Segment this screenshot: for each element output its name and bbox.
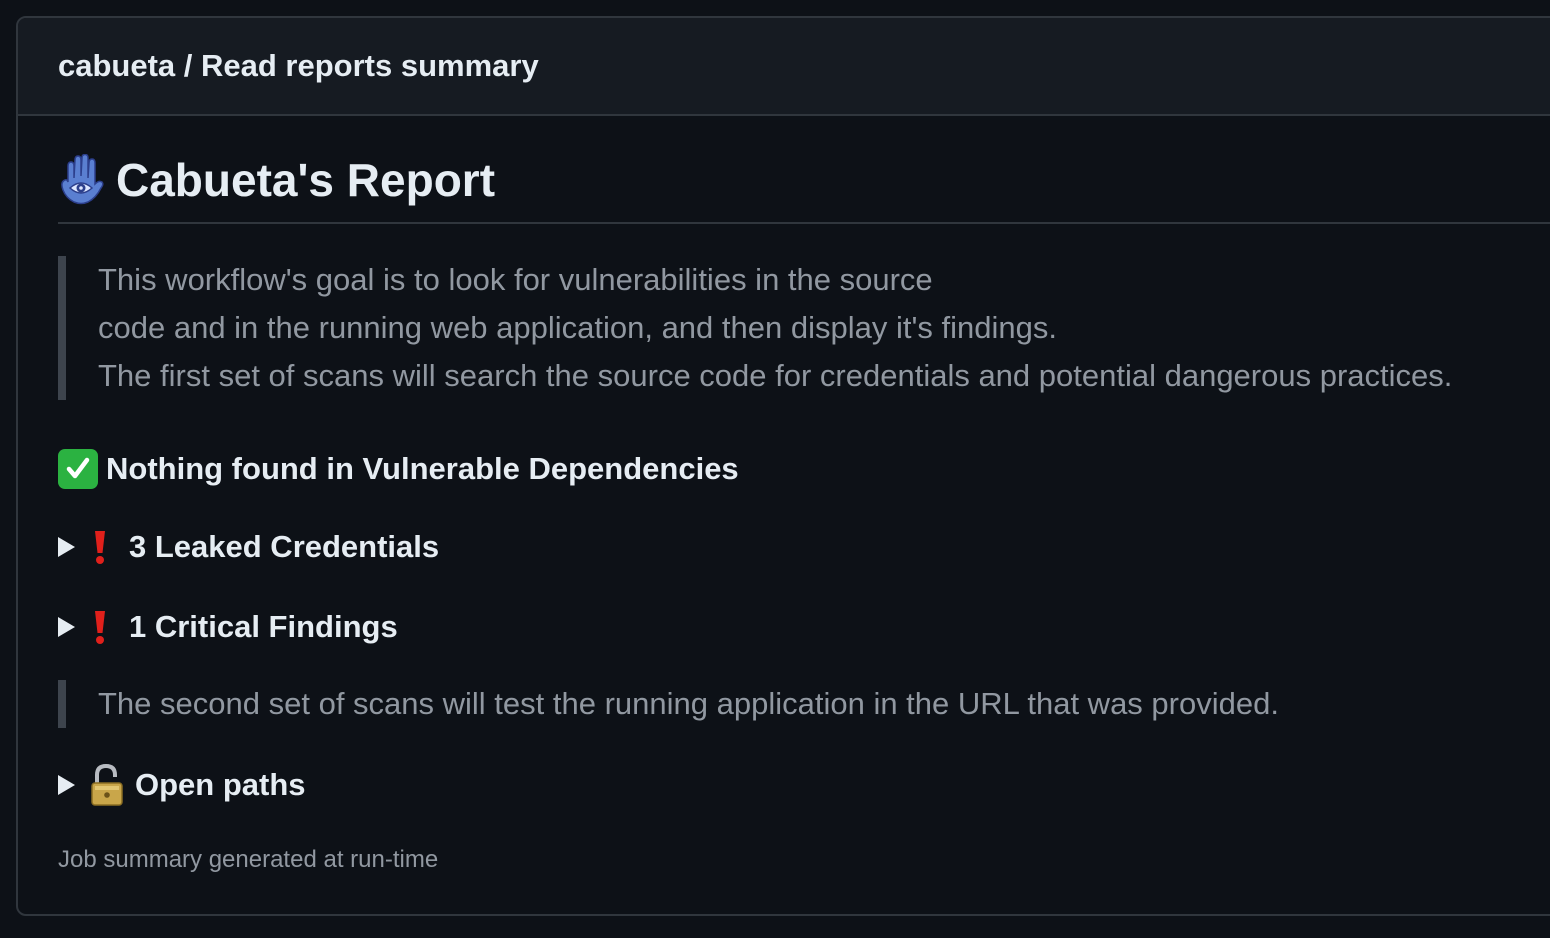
intro-line: The first set of scans will search the s… <box>98 358 1453 393</box>
open-paths-details[interactable]: Open paths <box>58 762 1550 808</box>
check-mark-button-icon <box>58 449 98 489</box>
dependencies-status: Nothing found in Vulnerable Dependencies <box>106 451 739 486</box>
critical-findings-summary: 1 Critical Findings <box>129 609 398 644</box>
job-summary-header: cabueta / Read reports summary <box>18 18 1550 116</box>
critical-findings-details[interactable]: 1 Critical Findings <box>58 604 1550 650</box>
triangle-right-icon <box>58 537 75 557</box>
dependencies-heading: Nothing found in Vulnerable Dependencies <box>58 446 1550 492</box>
job-summary-footer: Job summary generated at run-time <box>58 846 439 873</box>
second-scan-note: The second set of scans will test the ru… <box>98 686 1279 721</box>
leaked-credentials-summary: 3 Leaked Credentials <box>129 529 440 564</box>
exclamation-icon <box>95 611 105 644</box>
intro-blockquote: This workflow's goal is to look for vuln… <box>58 256 1550 400</box>
intro-line: This workflow's goal is to look for vuln… <box>98 262 933 297</box>
triangle-right-icon <box>58 775 75 795</box>
unlocked-padlock-icon <box>91 764 123 806</box>
report-title: Cabueta's Report <box>116 154 496 206</box>
job-title: cabueta / Read reports summary <box>58 48 539 83</box>
job-summary-card: cabueta / Read reports summary Cabueta's… <box>16 16 1550 916</box>
open-paths-summary: Open paths <box>135 767 306 802</box>
report-heading: Cabueta's Report <box>58 152 1550 224</box>
hamsa-icon <box>61 154 104 205</box>
second-scan-blockquote: The second set of scans will test the ru… <box>58 680 1550 728</box>
triangle-right-icon <box>58 617 75 637</box>
exclamation-icon <box>95 531 105 564</box>
summary-content: Cabueta's Report This workflow's goal is… <box>18 152 1550 874</box>
intro-line: code and in the running web application,… <box>98 310 1057 345</box>
leaked-credentials-details[interactable]: 3 Leaked Credentials <box>58 524 1550 570</box>
